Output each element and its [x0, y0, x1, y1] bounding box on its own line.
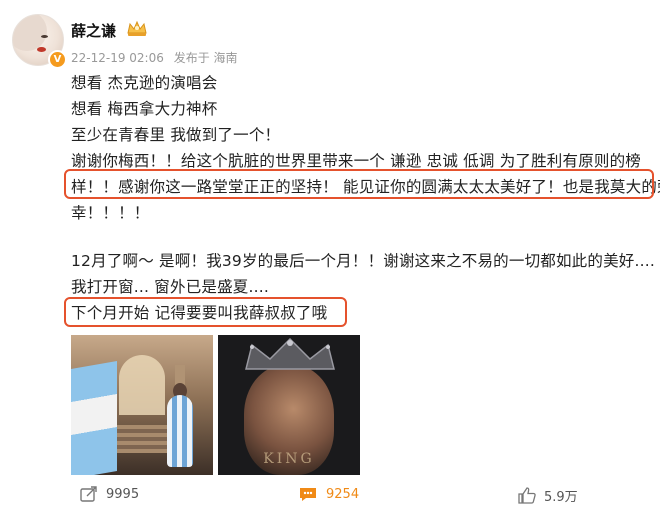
arch-shape — [119, 355, 165, 415]
player-shape — [167, 395, 193, 467]
avatar-hair — [13, 15, 47, 51]
image-caption: KING — [263, 451, 315, 467]
post-text-line: 谢谢你梅西！！给这个肮脏的世界里带来一个 谦逊 忠诚 低调 为了胜利有原则的榜 — [71, 152, 642, 170]
post-text-line: 想看 梅西拿大力神杯 — [71, 100, 218, 118]
crown-badge-icon — [127, 20, 147, 36]
avatar-eye — [41, 35, 48, 38]
comment-count: 9254 — [326, 486, 360, 502]
post-text-line: 幸！！！！ — [71, 204, 150, 222]
post-source: 发布于 海南 — [173, 51, 238, 65]
share-button[interactable]: 9995 — [80, 486, 139, 502]
post-text-line: 我打开窗... 窗外已是盛夏.... — [71, 278, 270, 296]
avatar-lips — [37, 47, 46, 52]
like-button[interactable]: 5.9万 — [518, 486, 578, 505]
thumbs-up-icon — [518, 487, 536, 504]
stadium-image[interactable] — [71, 335, 213, 475]
highlight-box — [64, 297, 347, 327]
crown-icon — [245, 337, 335, 370]
username[interactable]: 薛之谦 — [71, 20, 116, 41]
action-bar: 9995 9254 5.9万 — [0, 486, 660, 508]
comment-button[interactable]: 9254 — [298, 486, 359, 502]
verified-icon: V — [48, 50, 67, 69]
post-text-line: 12月了啊～ 是啊！我39岁的最后一个月！！谢谢这来之不易的一切都如此的美好..… — [71, 252, 655, 270]
highlight-box — [64, 169, 654, 199]
share-count: 9995 — [106, 486, 140, 502]
flag-shape — [71, 360, 117, 475]
post-time: 22-12-19 02:06 — [71, 51, 164, 65]
post-text-line: 想看 杰克逊的演唱会 — [71, 74, 218, 92]
crowned-player-image[interactable]: KING — [218, 335, 360, 475]
post-meta: 22-12-19 02:06 发布于 海南 — [71, 49, 244, 66]
share-icon — [80, 486, 97, 502]
post-text-line: 至少在青春里 我做到了一个！ — [71, 126, 281, 144]
comment-icon — [300, 488, 316, 501]
like-count: 5.9万 — [544, 490, 578, 505]
